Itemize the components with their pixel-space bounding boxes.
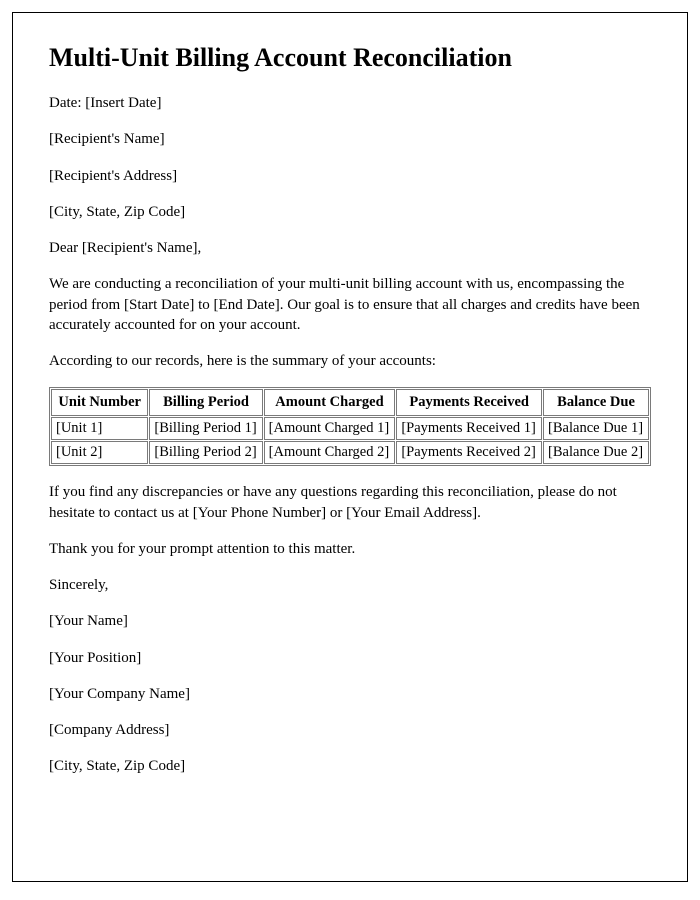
cell-unit: [Unit 2] <box>51 441 148 464</box>
recipient-city: [City, State, Zip Code] <box>49 202 651 222</box>
document-page: Multi-Unit Billing Account Reconciliatio… <box>12 12 688 882</box>
sender-company: [Your Company Name] <box>49 684 651 704</box>
col-amount-charged: Amount Charged <box>264 389 396 416</box>
body-paragraph-3: If you find any discrepancies or have an… <box>49 482 651 523</box>
col-unit-number: Unit Number <box>51 389 148 416</box>
body-paragraph-4: Thank you for your prompt attention to t… <box>49 539 651 559</box>
account-summary-table: Unit Number Billing Period Amount Charge… <box>49 387 651 466</box>
company-address: [Company Address] <box>49 720 651 740</box>
date-line: Date: [Insert Date] <box>49 93 651 113</box>
recipient-name: [Recipient's Name] <box>49 129 651 149</box>
cell-received: [Payments Received 2] <box>396 441 542 464</box>
cell-unit: [Unit 1] <box>51 417 148 440</box>
cell-balance: [Balance Due 2] <box>543 441 649 464</box>
recipient-address: [Recipient's Address] <box>49 166 651 186</box>
cell-balance: [Balance Due 1] <box>543 417 649 440</box>
body-paragraph-1: We are conducting a reconciliation of yo… <box>49 274 651 335</box>
company-city: [City, State, Zip Code] <box>49 756 651 776</box>
salutation: Dear [Recipient's Name], <box>49 238 651 258</box>
sender-name: [Your Name] <box>49 611 651 631</box>
cell-charged: [Amount Charged 2] <box>264 441 396 464</box>
table-header-row: Unit Number Billing Period Amount Charge… <box>51 389 649 416</box>
body-paragraph-2: According to our records, here is the su… <box>49 351 651 371</box>
col-balance-due: Balance Due <box>543 389 649 416</box>
cell-charged: [Amount Charged 1] <box>264 417 396 440</box>
table-row: [Unit 2] [Billing Period 2] [Amount Char… <box>51 441 649 464</box>
sender-position: [Your Position] <box>49 648 651 668</box>
cell-period: [Billing Period 1] <box>149 417 262 440</box>
table-row: [Unit 1] [Billing Period 1] [Amount Char… <box>51 417 649 440</box>
col-billing-period: Billing Period <box>149 389 262 416</box>
col-payments-received: Payments Received <box>396 389 542 416</box>
closing: Sincerely, <box>49 575 651 595</box>
page-title: Multi-Unit Billing Account Reconciliatio… <box>49 43 651 73</box>
cell-received: [Payments Received 1] <box>396 417 542 440</box>
cell-period: [Billing Period 2] <box>149 441 262 464</box>
